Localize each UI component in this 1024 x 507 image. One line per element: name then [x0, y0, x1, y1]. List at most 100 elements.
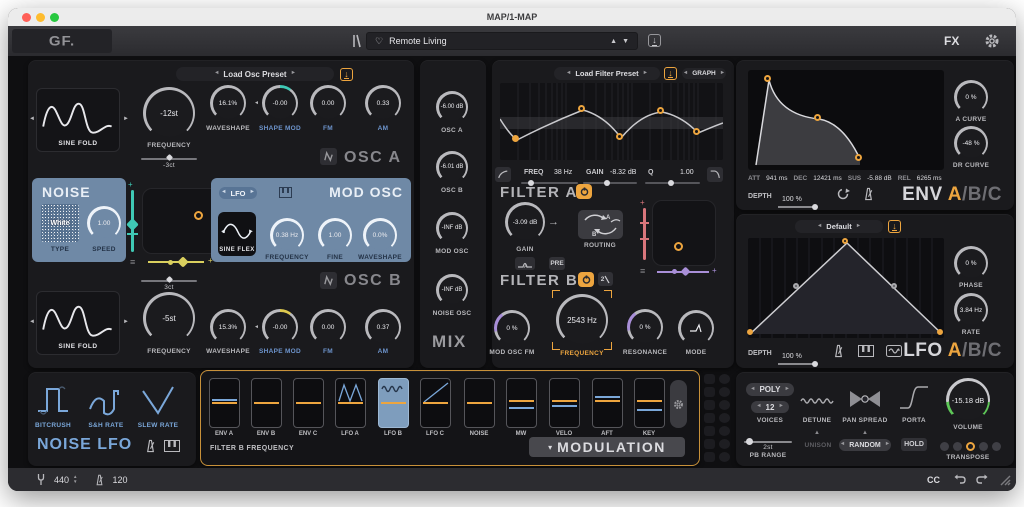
- osc-x-mod-handle[interactable]: [177, 256, 188, 267]
- filter-pre-button[interactable]: PRE: [549, 257, 565, 270]
- hold-button[interactable]: HOLD: [901, 438, 927, 451]
- transpose-dot-m1[interactable]: [953, 442, 962, 451]
- osc-b-frequency-knob[interactable]: -5st: [143, 292, 195, 344]
- mod-slot-key[interactable]: [634, 378, 665, 428]
- filter-a-power-button[interactable]: [576, 184, 592, 199]
- filter-b-mode-knob[interactable]: [678, 310, 714, 346]
- mix-noise-osc-knob[interactable]: -INF dB: [436, 274, 468, 306]
- eq-node-3[interactable]: [616, 133, 623, 140]
- osc-a-wave-display[interactable]: SINE FOLD: [36, 88, 120, 152]
- eq-node-5[interactable]: [693, 128, 700, 135]
- osc-b-wave-next-icon[interactable]: ►: [123, 319, 129, 325]
- env-a-curve-knob[interactable]: 0 %: [954, 80, 988, 114]
- lfo-graph[interactable]: [748, 238, 944, 338]
- detune-icon[interactable]: [800, 396, 834, 406]
- slew-rate-icon[interactable]: [140, 383, 176, 419]
- poly-mode-selector[interactable]: ◄ POLY ►: [746, 383, 794, 396]
- mod-slot-env-c[interactable]: [293, 378, 324, 428]
- osc-a-wave-prev-icon[interactable]: ◄: [29, 116, 35, 122]
- filter-routing-button[interactable]: A B: [578, 210, 623, 239]
- osc-a-am-knob[interactable]: 0.33: [365, 85, 401, 121]
- minimize-window-button[interactable]: [36, 13, 45, 22]
- mix-osc-a-knob[interactable]: -6.00 dB: [436, 91, 468, 123]
- pan-up-icon[interactable]: ▲: [862, 430, 868, 436]
- eq-node-1[interactable]: [512, 135, 519, 142]
- osc-preset-next-icon[interactable]: ►: [291, 71, 296, 77]
- lfo-node-start[interactable]: [747, 329, 753, 335]
- filter-xy-cursor[interactable]: [674, 242, 683, 251]
- env-tempo-sync-icon[interactable]: [862, 187, 875, 201]
- save-preset-icon[interactable]: ↓: [648, 34, 661, 47]
- noise-lfo-tempo-sync-icon[interactable]: [144, 439, 157, 453]
- mod-collapse-icon[interactable]: ▾: [548, 443, 552, 452]
- settings-gear-icon[interactable]: [984, 33, 1000, 49]
- preset-library-icon[interactable]: [350, 34, 362, 48]
- mod-slot-aft[interactable]: [592, 378, 623, 428]
- mod-osc-fine-knob[interactable]: 1.00: [318, 218, 352, 252]
- preset-next-icon[interactable]: ▼: [622, 38, 629, 45]
- eq-gain-handle[interactable]: [604, 180, 610, 186]
- eq-node-4[interactable]: [657, 107, 664, 114]
- filter-mod-menu-icon[interactable]: ≡: [640, 267, 645, 276]
- mod-osc-mode-prev-icon[interactable]: ◄: [221, 190, 226, 196]
- voices-next-icon[interactable]: ►: [778, 404, 783, 410]
- tuning-stepper-icon[interactable]: ▲ ▼: [73, 475, 77, 485]
- preset-prev-icon[interactable]: ▲: [610, 38, 617, 45]
- lfo-preset-selector[interactable]: ◄ Default ►: [795, 220, 883, 233]
- eq-highcut-icon[interactable]: [707, 167, 723, 182]
- mix-osc-b-knob[interactable]: -6.01 dB: [436, 151, 468, 183]
- transpose-dot-0-selected[interactable]: [966, 442, 975, 451]
- osc-preset-prev-icon[interactable]: ◄: [214, 71, 219, 77]
- voices-prev-icon[interactable]: ◄: [756, 404, 761, 410]
- voices-count-selector[interactable]: ◄ 12 ►: [751, 401, 789, 413]
- fx-button[interactable]: FX: [944, 34, 959, 48]
- noise-type-display[interactable]: White: [41, 204, 79, 242]
- unison-up-icon[interactable]: ▲: [814, 430, 820, 436]
- env-sus-value[interactable]: -5.88 dB: [867, 175, 892, 182]
- close-window-button[interactable]: [22, 13, 31, 22]
- lfo-tempo-sync-icon[interactable]: [832, 344, 845, 358]
- filter-xy-pad[interactable]: [652, 200, 716, 266]
- lfo-depth-slider[interactable]: 100 %: [778, 345, 816, 365]
- mod-slot-velo[interactable]: [549, 378, 580, 428]
- filter-preset-save-icon[interactable]: ↓: [664, 67, 677, 80]
- filter-preset-selector[interactable]: ◄ Load Filter Preset ►: [554, 67, 660, 80]
- mod-settings-gear-icon[interactable]: [673, 399, 684, 410]
- osc-x-mod-dot[interactable]: [168, 260, 173, 265]
- transpose-selector[interactable]: [940, 442, 1001, 451]
- osc-a-waveshape-knob[interactable]: 16.1%: [210, 85, 246, 121]
- osc-b-fm-knob[interactable]: 0.00: [310, 309, 346, 345]
- filter-b-frequency-knob[interactable]: 2543 Hz: [556, 294, 608, 346]
- env-depth-handle[interactable]: [812, 204, 818, 210]
- preset-selector-field[interactable]: ♡ Remote Living ▲ ▼: [366, 32, 638, 50]
- filter-x-mod-dot[interactable]: [672, 269, 677, 274]
- noise-lfo-keytrack-icon[interactable]: [164, 440, 180, 452]
- eq-q-handle[interactable]: [668, 180, 674, 186]
- pb-range-handle[interactable]: [746, 438, 753, 445]
- eq-lowcut-icon[interactable]: [495, 167, 511, 182]
- env-node-sustain[interactable]: [855, 154, 862, 161]
- env-node-attack[interactable]: [764, 75, 771, 82]
- redo-icon[interactable]: [975, 474, 988, 485]
- noise-speed-knob[interactable]: 1.00: [87, 206, 121, 240]
- transpose-dot-p2[interactable]: [992, 442, 1001, 451]
- osc-x-mod-slider[interactable]: [148, 261, 204, 263]
- mod-slot-lfo-b-selected[interactable]: [378, 378, 409, 428]
- tuning-fork-icon[interactable]: [36, 473, 46, 486]
- osc-a-frequency-knob[interactable]: -12st: [143, 87, 195, 139]
- filter-b-power-button[interactable]: [578, 272, 594, 287]
- lfo-wave-mode-icon[interactable]: [886, 345, 902, 357]
- osc-xy-cursor[interactable]: [194, 211, 203, 220]
- lfo-preset-save-icon[interactable]: ↓: [888, 220, 901, 233]
- envelope-graph[interactable]: [748, 70, 944, 170]
- osc-preset-save-icon[interactable]: ↓: [340, 68, 353, 81]
- mod-slot-lfo-c[interactable]: [420, 378, 451, 428]
- filter-graph-next-icon[interactable]: ►: [720, 71, 725, 77]
- noise-mod-depth-handle[interactable]: [126, 218, 139, 231]
- filter-a-type-icon[interactable]: A: [515, 257, 535, 270]
- osc-a-fm-knob[interactable]: 0.00: [310, 85, 346, 121]
- filter-preset-next-icon[interactable]: ►: [643, 71, 648, 77]
- poly-prev-icon[interactable]: ◄: [750, 387, 755, 393]
- mod-slot-env-b[interactable]: [251, 378, 282, 428]
- lfo-tabs-bc[interactable]: /B/C: [962, 340, 1002, 361]
